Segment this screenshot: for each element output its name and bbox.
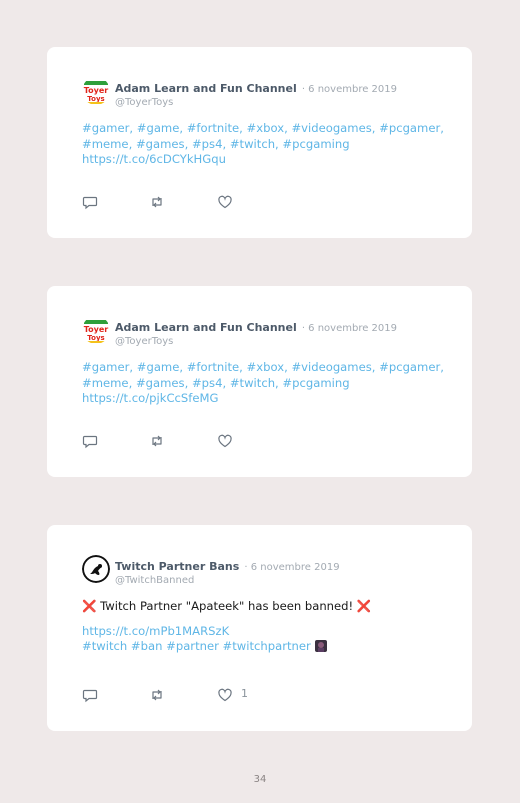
tweet-text: #gamer, #game, #fortnite, #xbox, #videog… <box>82 360 452 407</box>
heart-icon[interactable] <box>217 194 233 210</box>
author-name[interactable]: Twitch Partner Bans <box>115 560 239 573</box>
heart-icon[interactable] <box>217 687 233 703</box>
retweet-icon[interactable] <box>149 687 165 703</box>
reply-icon[interactable] <box>82 433 98 449</box>
cross-icon: ❌ <box>356 599 372 613</box>
heart-icon[interactable] <box>217 433 233 449</box>
tweet-meta: Adam Learn and Fun Channel · 6 novembre … <box>115 316 397 347</box>
tweet-date[interactable]: · 6 novembre 2019 <box>302 84 397 95</box>
hashtags[interactable]: #twitch #ban #partner #twitchpartner <box>82 639 311 653</box>
tweet-card: Toyer Toys Adam Learn and Fun Channel · … <box>47 47 472 238</box>
avatar[interactable]: Toyer Toys <box>82 316 110 344</box>
author-name[interactable]: Adam Learn and Fun Channel <box>115 82 297 95</box>
page-number: 34 <box>253 774 267 785</box>
headline-text: Twitch Partner "Apateek" has been banned… <box>100 599 354 613</box>
hashtag-line[interactable]: #meme, #games, #ps4, #twitch, #pcgaming <box>82 137 452 153</box>
tweet-meta: Adam Learn and Fun Channel · 6 novembre … <box>115 77 397 108</box>
tweet-text: #gamer, #game, #fortnite, #xbox, #videog… <box>82 121 452 168</box>
avatar-label: Toyer <box>84 86 109 95</box>
tweet-card: Toyer Toys Adam Learn and Fun Channel · … <box>47 286 472 477</box>
hashtag-line[interactable]: #gamer, #game, #fortnite, #xbox, #videog… <box>82 121 452 137</box>
tweet-link[interactable]: https://t.co/pjkCcSfeMG <box>82 391 452 407</box>
author-name[interactable]: Adam Learn and Fun Channel <box>115 321 297 334</box>
avatar[interactable] <box>82 555 110 583</box>
tweet-headline: ❌ Twitch Partner "Apateek" has been bann… <box>82 599 452 615</box>
tweet-meta: Twitch Partner Bans · 6 novembre 2019 @T… <box>115 555 340 586</box>
retweet-icon[interactable] <box>149 433 165 449</box>
cross-icon: ❌ <box>82 599 97 613</box>
person-emoji-icon <box>314 640 327 657</box>
tweet-link[interactable]: https://t.co/mPb1MARSzK <box>82 624 452 640</box>
tweet-text: ❌ Twitch Partner "Apateek" has been bann… <box>82 599 452 657</box>
author-handle[interactable]: @TwitchBanned <box>115 575 340 586</box>
reply-icon[interactable] <box>82 194 98 210</box>
tweet-card: Twitch Partner Bans · 6 novembre 2019 @T… <box>47 525 472 731</box>
tweet-link[interactable]: https://t.co/6cDCYkHGqu <box>82 152 452 168</box>
retweet-icon[interactable] <box>149 194 165 210</box>
avatar-label: Toys <box>87 95 104 103</box>
avatar[interactable]: Toyer Toys <box>82 77 110 105</box>
avatar-label: Toys <box>87 334 104 342</box>
author-handle[interactable]: @ToyerToys <box>115 336 397 347</box>
tweet-date[interactable]: · 6 novembre 2019 <box>302 323 397 334</box>
hashtag-line[interactable]: #gamer, #game, #fortnite, #xbox, #videog… <box>82 360 452 376</box>
tweet-date[interactable]: · 6 novembre 2019 <box>244 562 339 573</box>
like-count: 1 <box>241 687 248 700</box>
avatar-label: Toyer <box>84 325 109 334</box>
hashtag-line: #twitch #ban #partner #twitchpartner <box>82 639 452 657</box>
author-handle[interactable]: @ToyerToys <box>115 97 397 108</box>
hashtag-line[interactable]: #meme, #games, #ps4, #twitch, #pcgaming <box>82 376 452 392</box>
reply-icon[interactable] <box>82 687 98 703</box>
